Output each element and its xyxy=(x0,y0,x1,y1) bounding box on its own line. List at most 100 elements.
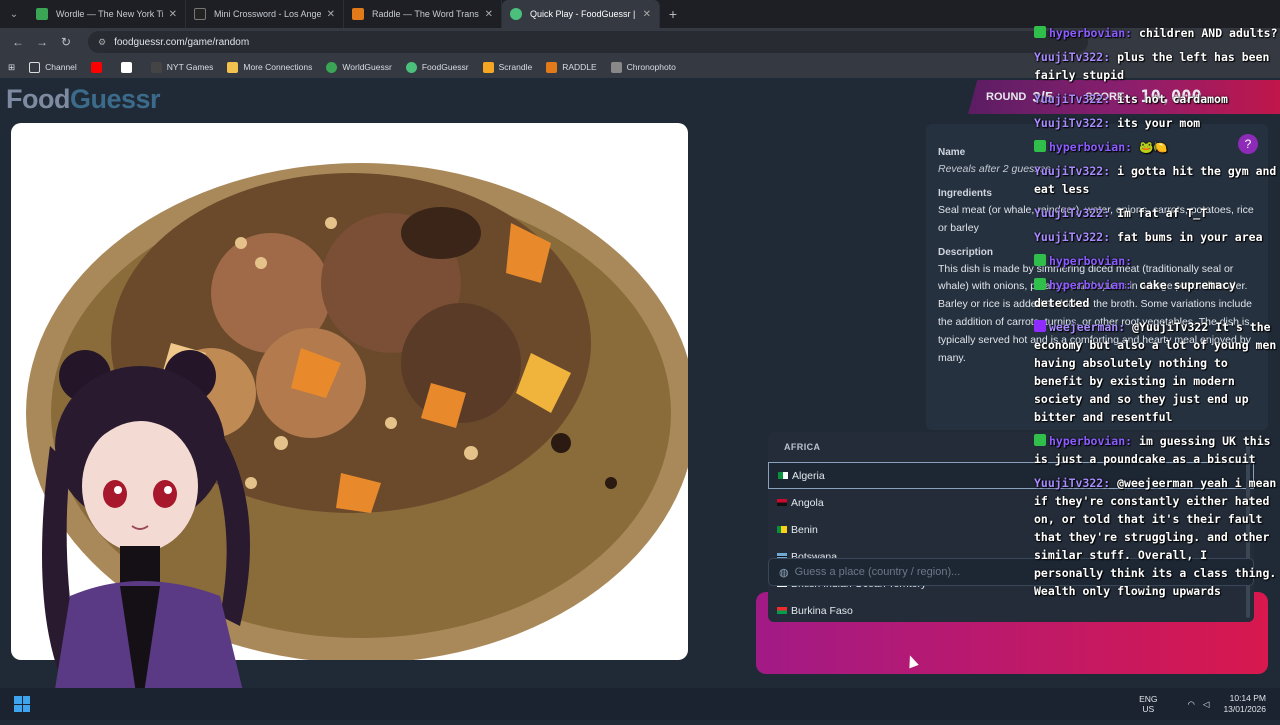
stream-chat-overlay: hyperbovian: children AND adults? YuujiT… xyxy=(1034,24,1280,710)
language-indicator[interactable]: ENG US xyxy=(1139,694,1157,714)
chat-text: its your mom xyxy=(1117,116,1201,130)
youtube-icon xyxy=(90,61,102,73)
volume-icon[interactable]: ◁ xyxy=(1203,699,1210,710)
bookmark-scrandle[interactable]: Scrandle xyxy=(482,61,532,73)
chat-username: YuujiTv322: xyxy=(1034,230,1111,244)
chat-message: YuujiTv322: @weejeerman yeah i mean if t… xyxy=(1034,474,1280,600)
option-label: Algeria xyxy=(792,469,825,482)
forward-icon[interactable]: → xyxy=(30,35,54,49)
clock[interactable]: 10:14 PM 13/01/2026 xyxy=(1223,693,1266,715)
site-info-icon[interactable]: ⚙ xyxy=(98,37,106,48)
angola-flag-icon xyxy=(777,499,787,506)
folder-icon xyxy=(29,61,41,73)
chat-message: hyperbovian: 🐸🍋 xyxy=(1034,138,1280,156)
bookmark-worldguessr[interactable]: WorldGuessr xyxy=(326,61,392,73)
chat-text: @weejeerman yeah i mean if they're const… xyxy=(1034,476,1277,598)
chat-text: @YuujiTv322 It's the economy but also a … xyxy=(1034,320,1277,424)
bookmark-raddle[interactable]: RADDLE xyxy=(546,61,597,73)
benin-flag-icon xyxy=(777,526,787,533)
verified-badge-icon xyxy=(1034,434,1046,446)
chat-username: hyperbovian: xyxy=(1049,434,1133,448)
wordle-favicon-icon xyxy=(36,8,48,20)
url-text: foodguessr.com/game/random xyxy=(114,36,250,48)
x-logo-icon xyxy=(120,61,132,73)
algeria-flag-icon xyxy=(778,472,788,479)
grid-icon xyxy=(227,61,239,73)
tab-foodguessr[interactable]: Quick Play - FoodGuessr | Food ✕ xyxy=(502,0,660,28)
round-label: ROUND xyxy=(986,91,1027,103)
verified-badge-icon xyxy=(1034,278,1046,290)
chat-message: hyperbovian: cake supremacy detected xyxy=(1034,276,1280,312)
chat-username: YuujiTv322: xyxy=(1034,92,1111,106)
verified-badge-icon xyxy=(1034,140,1046,152)
tab-search-icon[interactable]: ⌄ xyxy=(0,0,28,28)
avatar-illustration xyxy=(42,350,250,720)
verified-badge-icon xyxy=(1034,26,1046,38)
nyt-icon xyxy=(150,61,162,73)
logo-part-guessr: Guessr xyxy=(69,84,161,114)
chat-text: Im fat af T_T xyxy=(1117,206,1208,220)
bookmark-more-connections[interactable]: More Connections xyxy=(227,61,312,73)
chat-username: hyperbovian: xyxy=(1049,254,1133,268)
chat-username: hyperbovian: xyxy=(1049,278,1133,292)
tab-title: Raddle — The Word Transform xyxy=(372,9,479,19)
windows-taskbar: ENG US ◠ ◁ 10:14 PM 13/01/2026 xyxy=(0,688,1280,720)
reload-icon[interactable]: ↻ xyxy=(54,35,78,49)
bookmark-foodguessr[interactable]: FoodGuessr xyxy=(405,61,469,73)
clock-time: 10:14 PM xyxy=(1229,693,1266,703)
chat-username: hyperbovian: xyxy=(1049,26,1133,40)
tab-raddle[interactable]: Raddle — The Word Transform ✕ xyxy=(344,0,502,28)
burkina-faso-flag-icon xyxy=(777,607,787,614)
chat-message: YuujiTv322: plus the left has been fairl… xyxy=(1034,48,1280,84)
chat-message: YuujiTv322: its your mom xyxy=(1034,114,1280,132)
back-icon[interactable]: ← xyxy=(6,35,30,49)
close-tab-icon[interactable]: ✕ xyxy=(643,9,651,20)
apps-icon[interactable]: ⊞ xyxy=(8,62,15,73)
wifi-icon[interactable]: ◠ xyxy=(1187,699,1194,710)
foodguessr-logo[interactable]: FoodGuessr xyxy=(6,84,161,115)
chat-username: weejeerman: xyxy=(1049,320,1126,334)
chat-message: YuujiTv322: i gotta hit the gym and eat … xyxy=(1034,162,1280,198)
vtuber-avatar xyxy=(40,346,280,720)
tab-title: Quick Play - FoodGuessr | Food xyxy=(530,9,637,19)
scrandle-icon xyxy=(482,61,494,73)
bookmark-nyt-games[interactable]: NYT Games xyxy=(150,61,213,73)
bookmark-chronophoto[interactable]: Chronophoto xyxy=(610,61,676,73)
chat-username: YuujiTv322: xyxy=(1034,476,1111,490)
region-code: US xyxy=(1142,704,1155,714)
close-tab-icon[interactable]: ✕ xyxy=(169,9,177,20)
tab-mini-crossword[interactable]: Mini Crossword - Los Angeles T ✕ xyxy=(186,0,344,28)
globe-icon xyxy=(326,61,338,73)
gem-badge-icon xyxy=(1034,320,1046,332)
foodguessr-favicon-icon xyxy=(510,8,522,20)
lang-code: ENG xyxy=(1139,694,1158,704)
tab-wordle[interactable]: Wordle — The New York Times ✕ xyxy=(28,0,186,28)
windows-start-icon[interactable] xyxy=(14,696,30,712)
close-tab-icon[interactable]: ✕ xyxy=(485,9,493,20)
chat-message: YuujiTv322: Im fat af T_T xyxy=(1034,204,1280,222)
chat-message: YuujiTv322: its not cardamom xyxy=(1034,90,1280,108)
raddle-icon xyxy=(546,61,558,73)
globe-icon: ◍ xyxy=(779,566,789,579)
system-tray: ENG US ◠ ◁ 10:14 PM 13/01/2026 xyxy=(1139,688,1266,720)
chat-text: fat bums in your area xyxy=(1117,230,1263,244)
new-tab-button[interactable]: + xyxy=(660,6,686,22)
url-field[interactable]: ⚙ foodguessr.com/game/random xyxy=(88,31,1088,53)
bookmark-x[interactable] xyxy=(120,61,137,73)
bookmark-channel[interactable]: Channel xyxy=(29,61,77,73)
latimes-favicon-icon xyxy=(194,8,206,20)
chat-username: YuujiTv322: xyxy=(1034,206,1111,220)
chat-message: weejeerman: @YuujiTv322 It's the economy… xyxy=(1034,318,1280,426)
chat-message: hyperbovian: im guessing UK this is just… xyxy=(1034,432,1280,468)
tab-title: Mini Crossword - Los Angeles T xyxy=(214,9,321,19)
close-tab-icon[interactable]: ✕ xyxy=(327,9,335,20)
clock-date: 13/01/2026 xyxy=(1223,704,1266,714)
bookmark-youtube[interactable] xyxy=(90,61,107,73)
logo-part-food: Food xyxy=(6,84,70,114)
chat-username: YuujiTv322: xyxy=(1034,164,1111,178)
chat-text: children AND adults? xyxy=(1139,26,1278,40)
chat-message: hyperbovian: children AND adults? xyxy=(1034,24,1280,42)
chat-message: YuujiTv322: fat bums in your area xyxy=(1034,228,1280,246)
chat-username: hyperbovian: xyxy=(1049,140,1133,154)
verified-badge-icon xyxy=(1034,254,1046,266)
